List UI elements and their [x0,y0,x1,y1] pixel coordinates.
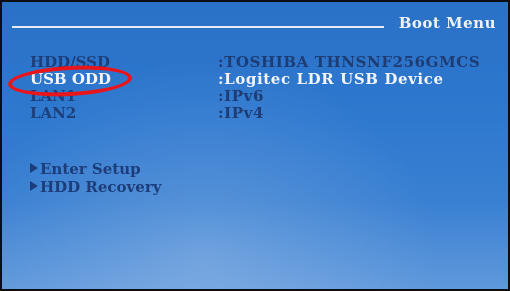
title-divider [12,26,384,28]
action-list: Enter Setup HDD Recovery [30,160,161,196]
boot-device-detail: :Logitec LDR USB Device [218,70,444,88]
action-label: Enter Setup [40,160,141,178]
action-label: HDD Recovery [40,178,162,196]
bios-screen: Boot Menu HDD/SSD :TOSHIBA THNSNF256GMCS… [2,2,508,289]
boot-device-detail: :TOSHIBA THNSNF256GMCS [218,53,481,71]
enter-setup-item[interactable]: Enter Setup [30,160,161,178]
boot-device-name: LAN2 [30,104,77,122]
triangle-right-icon [30,181,38,191]
triangle-right-icon [30,163,38,173]
hdd-recovery-item[interactable]: HDD Recovery [30,178,161,196]
page-title: Boot Menu [398,14,496,32]
boot-device-detail: :IPv4 [218,104,264,122]
screen-glare [2,2,508,289]
boot-device-detail: :IPv6 [218,87,264,105]
